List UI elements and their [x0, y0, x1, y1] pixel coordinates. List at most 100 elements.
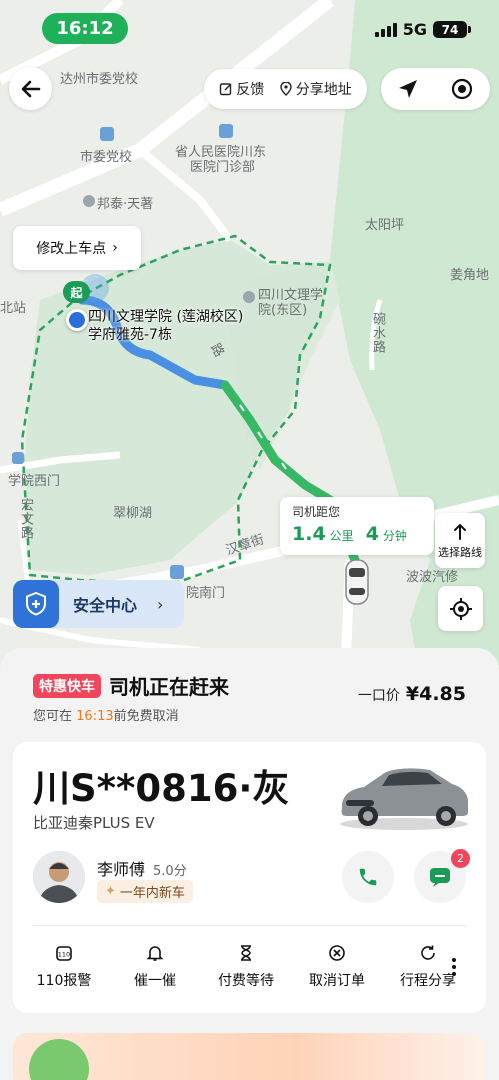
map-label: 学院西门: [8, 474, 61, 489]
hourglass-icon: [241, 945, 251, 961]
driver-name: 李师傅: [97, 860, 146, 879]
map-label: 宏文路: [18, 498, 33, 540]
battery-level: 74: [441, 22, 459, 37]
free-cancel-note: 您可在 16:13前免费取消: [33, 705, 179, 724]
share-refresh-icon: [421, 945, 435, 960]
map-label: 姜角地: [450, 268, 490, 283]
safety-center-button[interactable]: 安全中心 ›: [13, 580, 184, 628]
edit-icon: [220, 83, 232, 96]
select-route-button[interactable]: 选择路线: [435, 513, 485, 568]
new-car-tag: ✦ 一年内新车: [97, 880, 193, 903]
cancel-circle-icon: [329, 945, 345, 961]
locate-me-button[interactable]: [438, 586, 483, 631]
action-label: 取消订单: [309, 973, 365, 989]
map-label: 北站: [0, 301, 27, 316]
action-police-110[interactable]: 110 110报警: [26, 944, 102, 990]
unread-badge: 2: [451, 849, 470, 868]
map-label: 波波汽修: [406, 570, 459, 585]
action-urge[interactable]: 催一催: [117, 944, 193, 990]
back-button[interactable]: [9, 67, 52, 110]
pickup-line1: 四川文理学院 (莲湖校区): [88, 309, 244, 325]
modify-pickup-button[interactable]: 修改上车点 ›: [13, 226, 141, 270]
cancel-deadline: 16:13: [76, 709, 114, 724]
map-top-actions: 反馈 分享地址: [204, 69, 367, 109]
sparkle-icon: ✦: [105, 884, 116, 899]
driver-distance-card: 司机距您 1.4 公里 4 分钟: [280, 497, 434, 555]
feedback-label: 反馈: [236, 82, 265, 98]
chevron-right-icon: ›: [157, 594, 164, 614]
location-share-icon: [280, 82, 292, 96]
status-time: 16:12: [42, 13, 128, 44]
route-arrow-icon: [454, 523, 466, 540]
action-label: 110报警: [36, 973, 92, 989]
signal-icon: [374, 22, 397, 37]
driver-distance-label: 司机距您: [292, 505, 341, 519]
order-status: 司机正在赶来: [109, 675, 229, 699]
cancel-prefix: 您可在: [33, 709, 73, 724]
divider: [33, 925, 466, 926]
pickup-pin-icon[interactable]: [66, 309, 88, 331]
coconut-illustration: [29, 1039, 89, 1080]
map-label: 碗水路: [370, 312, 385, 354]
service-badge: 特惠快车: [33, 673, 101, 698]
price-value: ¥4.85: [405, 683, 466, 705]
record-target-icon[interactable]: [450, 77, 474, 101]
map-nav-controls: [381, 68, 490, 110]
map-label: 达州市委党校: [60, 72, 139, 87]
svg-text:110: 110: [58, 951, 70, 959]
trip-actions: 110 110报警 催一催 付费等待 取消订单 行程分享: [26, 944, 466, 990]
map-label: 翠柳湖: [113, 506, 153, 521]
promo-banner[interactable]: [13, 1033, 486, 1080]
crosshair-icon: [449, 597, 472, 620]
new-car-label: 一年内新车: [119, 886, 185, 901]
more-options-icon[interactable]: [452, 958, 456, 976]
driver-rating: 5.0分: [153, 864, 187, 879]
price-label: 一口价: [357, 688, 400, 704]
feedback-button[interactable]: 反馈: [219, 79, 264, 99]
back-arrow-icon: [21, 80, 40, 97]
fixed-price[interactable]: 一口价 ¥4.85: [358, 683, 466, 705]
driver-avatar[interactable]: [33, 851, 85, 903]
map-label: 院南门: [186, 586, 226, 601]
chevron-right-icon: ›: [112, 240, 118, 256]
eta-min: 4: [365, 523, 379, 545]
pickup-line2: 学府雅苑-7栋: [88, 327, 172, 343]
phone-icon: [359, 868, 377, 886]
start-marker: 起: [63, 281, 90, 303]
status-indicators: 5G 74: [374, 20, 471, 39]
share-address-button[interactable]: 分享地址: [279, 79, 352, 99]
bell-icon: [146, 946, 164, 961]
shield-icon: [13, 580, 59, 628]
map-label: 医院门诊部: [190, 160, 256, 175]
network-type: 5G: [402, 20, 427, 39]
eta-unit: 分钟: [382, 529, 407, 543]
driver-car-icon: [343, 558, 371, 610]
action-paid-wait[interactable]: 付费等待: [208, 944, 284, 990]
action-label: 付费等待: [218, 973, 274, 989]
battery-icon: 74: [433, 21, 471, 38]
map-label: 院(东区): [258, 303, 308, 318]
distance-unit: 公里: [329, 529, 354, 543]
map-view[interactable]: 达州市委党校 市委党校 省人民医院川东 医院门诊部 邦泰·天著 太阳坪 姜角地 …: [0, 0, 499, 680]
distance-km: 1.4: [292, 523, 326, 545]
driver-info: 李师傅 5.0分: [97, 856, 187, 880]
license-plate: 川S**0816·灰: [33, 767, 290, 810]
pickup-location-label: 四川文理学院 (莲湖校区) 学府雅苑-7栋: [88, 308, 243, 344]
action-label: 行程分享: [400, 973, 456, 989]
car-model: 比亚迪秦PLUS EV: [33, 814, 155, 832]
navigation-arrow-icon[interactable]: [397, 78, 419, 100]
select-route-label: 选择路线: [438, 545, 482, 559]
chat-icon: [430, 868, 450, 887]
cancel-suffix: 前免费取消: [113, 709, 179, 724]
action-label: 催一催: [134, 973, 176, 989]
car-image: [334, 760, 474, 836]
map-label: 邦泰·天著: [97, 197, 154, 212]
order-status-row: 特惠快车 司机正在赶来: [33, 671, 229, 700]
safety-center-label: 安全中心: [73, 596, 138, 615]
police-110-icon: 110: [56, 946, 72, 961]
modify-pickup-label: 修改上车点: [36, 241, 107, 257]
call-driver-button[interactable]: [342, 851, 394, 903]
action-cancel-order[interactable]: 取消订单: [299, 944, 375, 990]
map-label: 太阳坪: [365, 218, 405, 233]
share-address-label: 分享地址: [295, 82, 352, 98]
